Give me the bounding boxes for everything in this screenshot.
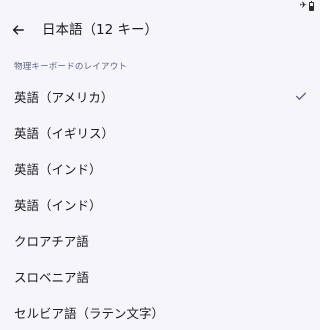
keyboard-layout-item[interactable]: 英語（インド） [0, 186, 320, 222]
keyboard-layout-label: 英語（インド） [14, 197, 102, 213]
keyboard-layout-item[interactable]: 英語（イギリス） [0, 114, 320, 150]
section-header: 物理キーボードのレイアウト [14, 62, 128, 72]
airplane-icon: ✈ [299, 1, 307, 11]
app-bar: 日本語（12 キー） [0, 14, 320, 47]
keyboard-layout-item[interactable]: スロベニア語 [0, 258, 320, 294]
keyboard-layout-label: クロアチア語 [14, 233, 89, 249]
battery-icon [309, 0, 314, 11]
battery-level [310, 6, 313, 10]
page-title: 日本語（12 キー） [42, 22, 158, 38]
keyboard-layout-list: 英語（アメリカ） 英語（イギリス） 英語（インド） 英語（インド） クロアチア語 スロベニ… [0, 78, 320, 330]
keyboard-layout-label: 英語（インド） [14, 161, 102, 177]
keyboard-layout-label: セルビア語（ラテン文字） [14, 305, 165, 321]
keyboard-layout-item[interactable]: クロアチア語 [0, 222, 320, 258]
keyboard-layout-label: 英語（イギリス） [14, 125, 115, 141]
back-arrow-icon [12, 25, 24, 35]
checkmark-icon [295, 92, 307, 100]
keyboard-layout-label: 英語（アメリカ） [14, 89, 114, 105]
keyboard-layout-item[interactable]: セルビア語（ラテン文字） [0, 294, 320, 330]
back-button[interactable] [8, 20, 28, 40]
keyboard-layout-item[interactable]: 英語（アメリカ） [0, 78, 320, 114]
status-bar: ✈ [0, 0, 320, 14]
keyboard-layout-item[interactable]: 英語（インド） [0, 150, 320, 186]
status-icons: ✈ [299, 0, 314, 11]
keyboard-layout-label: スロベニア語 [14, 269, 90, 285]
